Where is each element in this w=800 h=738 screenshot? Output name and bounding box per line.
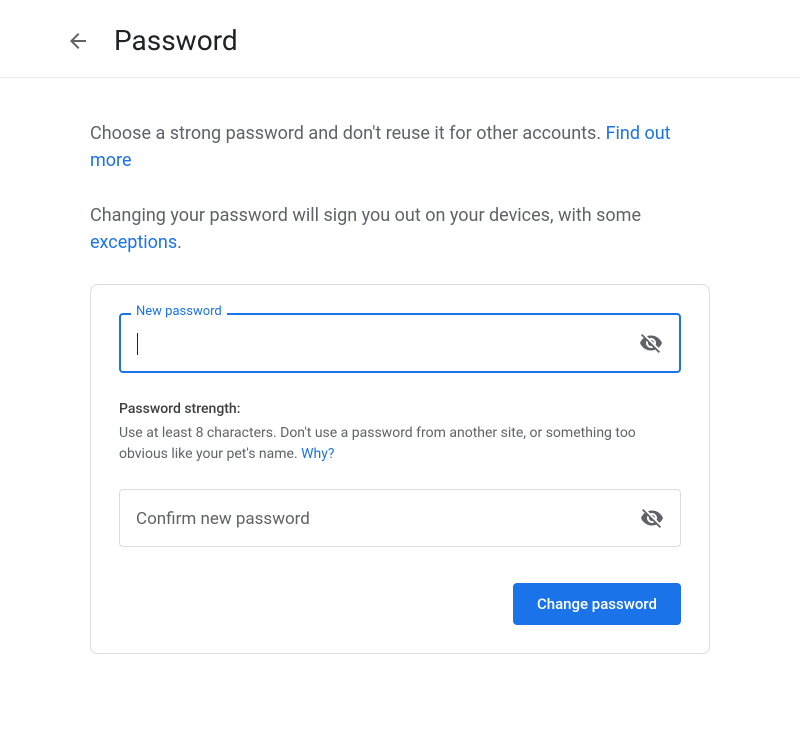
strength-title: Password strength:: [119, 401, 681, 417]
confirm-password-container: [119, 489, 681, 547]
back-arrow-icon[interactable]: [66, 29, 90, 53]
visibility-off-icon[interactable]: [640, 506, 664, 530]
new-password-label: New password: [131, 304, 227, 319]
intro-text-1: Choose a strong password and don't reuse…: [90, 123, 606, 144]
intro-paragraph-1: Choose a strong password and don't reuse…: [90, 120, 710, 174]
password-card: New password Password strength: Use at l…: [90, 284, 710, 654]
button-row: Change password: [119, 583, 681, 625]
confirm-password-field-wrapper: [119, 489, 681, 547]
visibility-off-icon[interactable]: [639, 331, 663, 355]
confirm-password-input[interactable]: [120, 493, 640, 544]
intro-paragraph-2: Changing your password will sign you out…: [90, 202, 710, 256]
why-link[interactable]: Why?: [301, 446, 334, 462]
header: Password: [0, 0, 800, 78]
page-title: Password: [114, 24, 238, 57]
exceptions-link[interactable]: exceptions: [90, 232, 177, 253]
new-password-container: [119, 313, 681, 373]
text-cursor: [137, 333, 138, 355]
content: Choose a strong password and don't reuse…: [0, 78, 800, 654]
new-password-input[interactable]: [121, 318, 639, 369]
strength-description: Use at least 8 characters. Don't use a p…: [119, 423, 681, 465]
change-password-button[interactable]: Change password: [513, 583, 681, 625]
intro-suffix: .: [177, 232, 182, 253]
strength-text: Use at least 8 characters. Don't use a p…: [119, 425, 636, 462]
new-password-field-wrapper: New password: [119, 313, 681, 373]
strength-section: Password strength: Use at least 8 charac…: [119, 401, 681, 465]
intro-text-2: Changing your password will sign you out…: [90, 205, 641, 226]
